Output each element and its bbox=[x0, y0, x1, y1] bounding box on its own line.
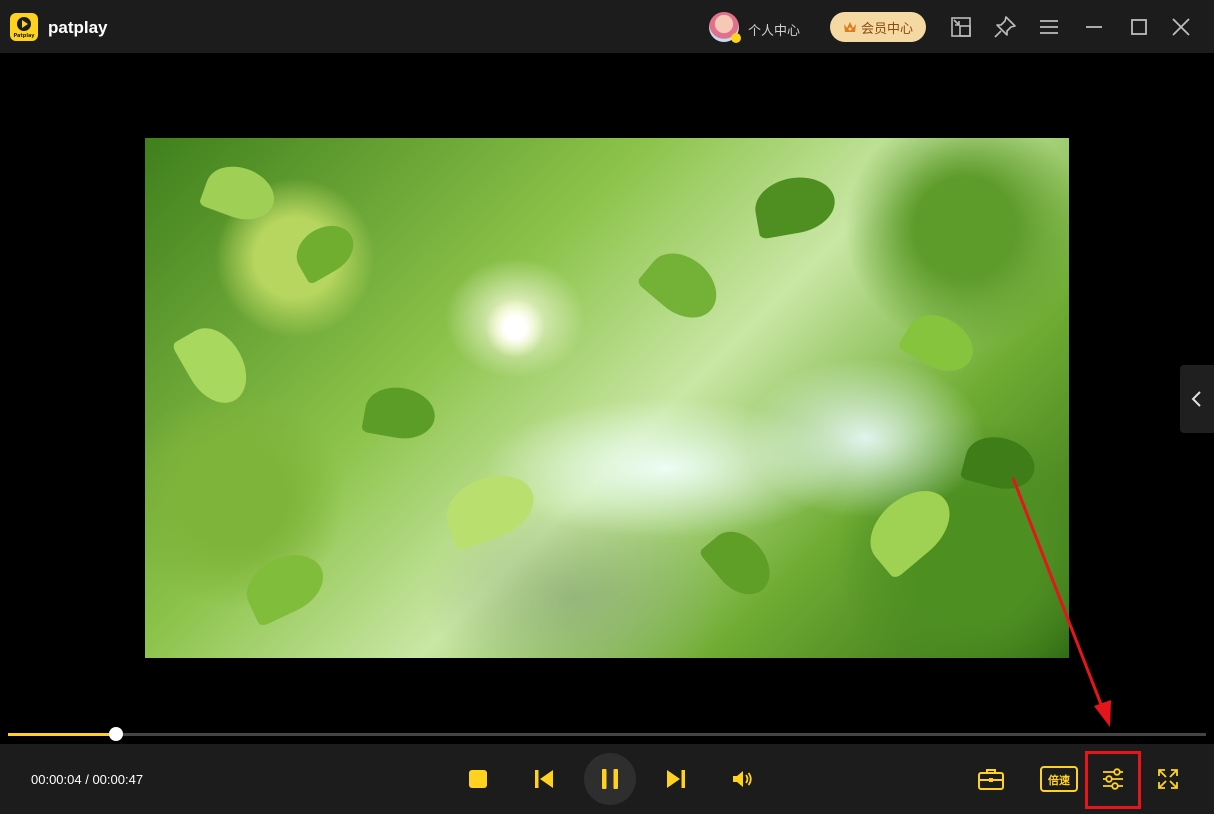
control-bar: 00:00:04 / 00:00:47 倍速 bbox=[0, 744, 1214, 814]
speed-button[interactable]: 倍速 bbox=[1040, 766, 1078, 792]
crown-icon bbox=[843, 22, 856, 32]
pause-icon bbox=[602, 769, 618, 789]
fullscreen-icon bbox=[1158, 769, 1178, 789]
toolbox-button[interactable] bbox=[976, 765, 1006, 793]
current-time: 00:00:04 bbox=[31, 772, 82, 787]
time-display: 00:00:04 / 00:00:47 bbox=[31, 772, 143, 787]
stop-icon bbox=[469, 770, 487, 788]
next-button[interactable] bbox=[664, 767, 688, 791]
title-bar: Patplay patplay 个人中心 会员中心 bbox=[0, 0, 1214, 53]
progress-handle[interactable] bbox=[108, 727, 123, 741]
volume-icon bbox=[733, 771, 752, 787]
mini-mode-icon[interactable] bbox=[948, 14, 974, 40]
menu-icon[interactable] bbox=[1036, 14, 1062, 40]
vip-badge-icon bbox=[731, 33, 741, 43]
chevron-left-icon bbox=[1191, 391, 1201, 407]
annotation-highlight-box bbox=[1085, 751, 1141, 809]
total-time: 00:00:47 bbox=[92, 772, 144, 787]
side-panel-toggle[interactable] bbox=[1180, 365, 1214, 433]
minimize-icon[interactable] bbox=[1081, 14, 1107, 40]
app-logo-text: Patplay bbox=[13, 33, 35, 39]
next-icon bbox=[667, 770, 685, 788]
vip-center-button[interactable]: 会员中心 bbox=[830, 12, 926, 42]
video-frame[interactable] bbox=[145, 138, 1069, 658]
personal-center-link[interactable]: 个人中心 bbox=[748, 20, 800, 39]
speed-label: 倍速 bbox=[1048, 775, 1070, 787]
time-separator: / bbox=[81, 772, 93, 787]
previous-button[interactable] bbox=[532, 767, 556, 791]
progress-bar[interactable] bbox=[8, 727, 1206, 741]
progress-fill bbox=[8, 733, 116, 736]
stop-button[interactable] bbox=[466, 767, 490, 791]
volume-button[interactable] bbox=[729, 766, 755, 792]
previous-icon bbox=[535, 770, 553, 788]
close-icon[interactable] bbox=[1168, 14, 1194, 40]
app-logo: Patplay bbox=[10, 13, 38, 41]
pause-button[interactable] bbox=[584, 753, 636, 805]
fullscreen-button[interactable] bbox=[1155, 766, 1181, 792]
pin-icon[interactable] bbox=[992, 14, 1018, 40]
sunlight bbox=[485, 298, 545, 358]
toolbox-icon bbox=[978, 769, 1004, 790]
maximize-icon[interactable] bbox=[1126, 14, 1152, 40]
vip-center-label: 会员中心 bbox=[860, 20, 913, 36]
app-title: patplay bbox=[48, 18, 108, 37]
